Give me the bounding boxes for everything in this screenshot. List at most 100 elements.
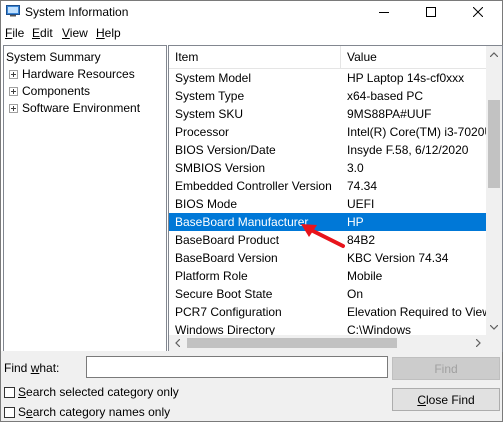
tree-item-software-environment[interactable]: Software Environment — [9, 100, 140, 116]
category-tree[interactable]: System Summary Hardware Resources Compon… — [3, 45, 167, 352]
table-row[interactable]: PCR7 Configuration Elevation Required to … — [169, 303, 491, 321]
row-item: BaseBoard Manufacturer — [175, 215, 309, 229]
menu-edit-label: dit — [40, 26, 53, 40]
expand-icon[interactable] — [9, 103, 18, 113]
close-find-key: C — [417, 392, 426, 407]
table-row[interactable]: System Type x64-based PC — [169, 87, 486, 105]
vertical-scroll-thumb[interactable] — [488, 100, 500, 188]
details-list[interactable]: Item Value System Model HP Laptop 14s-cf0… — [168, 45, 503, 352]
menu-bar: File Edit View Help — [1, 24, 502, 42]
table-row[interactable]: Secure Boot State On — [169, 285, 486, 303]
row-value: 3.0 — [347, 161, 364, 175]
tree-item-label: Software Environment — [22, 101, 141, 115]
row-item: Secure Boot State — [175, 287, 273, 301]
search-selected-key: S — [18, 385, 27, 399]
table-row[interactable]: SMBIOS Version 3.0 — [169, 159, 486, 177]
tree-item-hardware-resources[interactable]: Hardware Resources — [9, 66, 135, 82]
expand-icon[interactable] — [9, 86, 18, 96]
minimize-button[interactable] — [367, 1, 401, 23]
horizontal-scrollbar[interactable] — [169, 335, 486, 351]
menu-help[interactable]: Help — [96, 26, 121, 40]
row-value: Insyde F.58, 6/12/2020 — [347, 143, 469, 157]
title-bar[interactable]: System Information — [1, 1, 502, 23]
table-row[interactable]: System SKU 9MS88PA#UUF — [169, 105, 486, 123]
row-value: 84B2 — [347, 233, 376, 247]
search-selected-label: earch selected category only — [26, 385, 179, 399]
column-header-item[interactable]: Item — [175, 50, 198, 64]
menu-file[interactable]: File — [5, 26, 24, 40]
close-window-button[interactable] — [461, 1, 495, 23]
column-header-value[interactable]: Value — [347, 50, 377, 64]
menu-view[interactable]: View — [62, 26, 88, 40]
tree-item-label: System Summary — [6, 50, 101, 64]
tree-item-label: Components — [22, 84, 91, 98]
checkbox-box[interactable] — [4, 406, 15, 418]
close-find-label: lose Find — [425, 392, 475, 407]
table-row[interactable]: BIOS Version/Date Insyde F.58, 6/12/2020 — [169, 141, 486, 159]
tree-item-components[interactable]: Components — [9, 83, 90, 99]
close-icon — [473, 7, 483, 17]
tree-item-label: Hardware Resources — [22, 67, 135, 81]
menu-view-key: V — [62, 26, 70, 40]
row-value: On — [347, 287, 364, 301]
chevron-down-icon — [490, 324, 498, 330]
scroll-down-button[interactable] — [486, 319, 502, 335]
row-item: SMBIOS Version — [175, 161, 266, 175]
menu-view-label: iew — [69, 26, 88, 40]
find-what-input[interactable] — [86, 356, 388, 378]
list-rows: System Model HP Laptop 14s-cf0xxx System … — [169, 69, 502, 339]
row-value: HP Laptop 14s-cf0xxx — [347, 71, 465, 85]
search-selected-category-checkbox[interactable]: Search selected category only — [4, 385, 179, 399]
table-row[interactable]: Processor Intel(R) Core(TM) i3-7020U C — [169, 123, 502, 141]
menu-edit-key: E — [32, 26, 41, 40]
row-item: System Model — [175, 71, 252, 85]
table-row[interactable]: Platform Role Mobile — [169, 267, 486, 285]
minimize-icon — [379, 12, 389, 13]
horizontal-scroll-thumb[interactable] — [187, 338, 397, 348]
maximize-button[interactable] — [414, 1, 448, 23]
row-item: PCR7 Configuration — [175, 305, 282, 319]
menu-edit[interactable]: Edit — [32, 26, 53, 40]
table-row[interactable]: BIOS Mode UEFI — [169, 195, 486, 213]
table-row[interactable]: System Model HP Laptop 14s-cf0xxx — [169, 69, 486, 87]
menu-help-label: elp — [104, 26, 121, 40]
chevron-right-icon — [475, 339, 481, 347]
row-value: 9MS88PA#UUF — [347, 107, 432, 121]
find-button[interactable]: Find — [392, 357, 500, 380]
tree-item-system-summary[interactable]: System Summary — [6, 49, 101, 65]
find-label-start: Find — [4, 361, 31, 375]
row-item: BIOS Version/Date — [175, 143, 276, 157]
column-divider[interactable] — [340, 46, 341, 68]
row-item: BaseBoard Product — [175, 233, 280, 247]
scroll-right-button[interactable] — [470, 335, 486, 351]
search-names-label: arch category names only — [32, 405, 171, 419]
find-what-label: Find what: — [4, 361, 59, 375]
scroll-up-button[interactable] — [486, 46, 502, 62]
table-row[interactable]: Embedded Controller Version 74.34 — [169, 177, 486, 195]
row-item: System Type — [175, 89, 245, 103]
row-value: Elevation Required to View — [347, 305, 491, 319]
row-value: Intel(R) Core(TM) i3-7020U C — [347, 125, 503, 139]
window-title: System Information — [25, 5, 129, 19]
search-names-pre: S — [18, 405, 27, 419]
row-item: Processor — [175, 125, 230, 139]
search-names-key: e — [26, 405, 33, 419]
vertical-scrollbar[interactable] — [486, 46, 502, 335]
annotation-arrow-icon — [301, 224, 345, 248]
menu-help-key: H — [96, 26, 105, 40]
close-find-button[interactable]: Close Find — [392, 388, 500, 411]
menu-file-label: ile — [12, 26, 25, 40]
find-label-end: hat: — [39, 361, 60, 375]
row-value: UEFI — [347, 197, 375, 211]
search-category-names-checkbox[interactable]: Se arch category names only — [4, 405, 170, 419]
row-item: Embedded Controller Version — [175, 179, 332, 193]
row-value: HP — [347, 215, 364, 229]
checkbox-box[interactable] — [4, 386, 15, 398]
table-row[interactable]: BaseBoard Version KBC Version 74.34 — [169, 249, 486, 267]
list-header: Item Value — [169, 46, 486, 69]
system-information-app-icon — [6, 5, 20, 17]
scroll-left-button[interactable] — [169, 335, 185, 351]
row-value: Mobile — [347, 269, 383, 283]
row-item: Platform Role — [175, 269, 248, 283]
expand-icon[interactable] — [9, 69, 18, 79]
